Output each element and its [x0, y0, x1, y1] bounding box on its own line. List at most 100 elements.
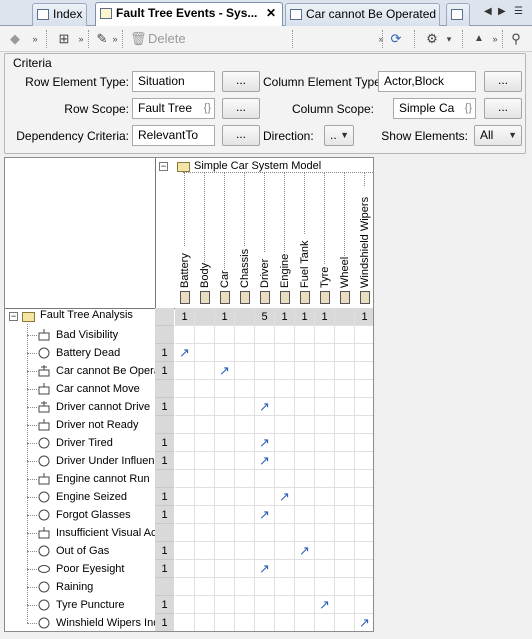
- tab-prev-icon[interactable]: ◀: [484, 6, 492, 17]
- matrix-cell[interactable]: [235, 542, 255, 560]
- matrix-cell[interactable]: [335, 362, 355, 380]
- matrix-cell[interactable]: [195, 416, 215, 434]
- matrix-cell[interactable]: [195, 614, 215, 631]
- matrix-cell[interactable]: [275, 362, 295, 380]
- matrix-cell[interactable]: [315, 398, 335, 416]
- matrix-cell[interactable]: [215, 326, 235, 344]
- matrix-cell[interactable]: [255, 416, 275, 434]
- close-tab-icon[interactable]: ✕: [266, 3, 276, 24]
- expression-icon[interactable]: {}: [465, 99, 472, 118]
- matrix-cell[interactable]: [255, 380, 275, 398]
- matrix-cell[interactable]: [335, 578, 355, 596]
- chevron-more-icon[interactable]: »: [110, 30, 120, 48]
- matrix-cell[interactable]: [275, 542, 295, 560]
- matrix-cell[interactable]: [335, 488, 355, 506]
- matrix-cell[interactable]: [335, 452, 355, 470]
- matrix-cell[interactable]: [355, 344, 373, 362]
- matrix-cell[interactable]: [195, 524, 215, 542]
- matrix-cell[interactable]: [355, 326, 373, 344]
- matrix-cell[interactable]: [215, 434, 235, 452]
- collapse-icon[interactable]: −: [159, 162, 168, 171]
- column-header[interactable]: Wheel: [338, 158, 352, 288]
- collapse-up-icon[interactable]: ▲: [472, 30, 486, 48]
- matrix-cell[interactable]: [175, 578, 195, 596]
- matrix-cell[interactable]: [255, 542, 275, 560]
- matrix-cell[interactable]: [195, 362, 215, 380]
- column-header[interactable]: Engine: [278, 158, 292, 288]
- matrix-cell[interactable]: [175, 470, 195, 488]
- matrix-cell[interactable]: [195, 434, 215, 452]
- matrix-cell[interactable]: [355, 506, 373, 524]
- matrix-cell[interactable]: [295, 614, 315, 631]
- column-header[interactable]: Body: [198, 158, 212, 288]
- matrix-cell[interactable]: [275, 524, 295, 542]
- column-element-type-browse-button[interactable]: ...: [484, 71, 522, 92]
- matrix-cell[interactable]: [335, 344, 355, 362]
- column-header[interactable]: Battery: [178, 158, 192, 288]
- search-icon[interactable]: ⚲: [508, 30, 524, 48]
- column-header[interactable]: Car: [218, 158, 232, 288]
- collapse-icon[interactable]: −: [9, 312, 18, 321]
- matrix-cell[interactable]: [195, 578, 215, 596]
- matrix-cell[interactable]: [295, 380, 315, 398]
- matrix-cell[interactable]: [195, 488, 215, 506]
- matrix-cell[interactable]: [275, 560, 295, 578]
- matrix-cell[interactable]: [195, 326, 215, 344]
- matrix-cell[interactable]: [215, 344, 235, 362]
- matrix-cell[interactable]: [335, 560, 355, 578]
- matrix-cell[interactable]: [235, 326, 255, 344]
- matrix-cell[interactable]: [215, 470, 235, 488]
- matrix-cell[interactable]: [175, 488, 195, 506]
- matrix-cell[interactable]: [215, 416, 235, 434]
- matrix-cell[interactable]: [275, 434, 295, 452]
- matrix-cell[interactable]: [355, 470, 373, 488]
- matrix-cell[interactable]: [215, 560, 235, 578]
- matrix-cell[interactable]: ↗: [255, 506, 275, 524]
- matrix-cell[interactable]: [255, 344, 275, 362]
- matrix-cell[interactable]: [215, 524, 235, 542]
- refresh-icon[interactable]: ⟳: [388, 30, 404, 48]
- matrix-cell[interactable]: [275, 380, 295, 398]
- matrix-cell[interactable]: [315, 452, 335, 470]
- matrix-cell[interactable]: [235, 578, 255, 596]
- column-header[interactable]: Driver: [258, 158, 272, 288]
- matrix-cell[interactable]: [315, 380, 335, 398]
- matrix-cell[interactable]: [335, 380, 355, 398]
- tab-next-icon[interactable]: ▶: [498, 6, 506, 17]
- matrix-cell[interactable]: [315, 506, 335, 524]
- matrix-cell[interactable]: ↗: [175, 344, 195, 362]
- matrix-cell[interactable]: [275, 470, 295, 488]
- matrix-cell[interactable]: [315, 326, 335, 344]
- matrix-cell[interactable]: [215, 398, 235, 416]
- row-element-type-browse-button[interactable]: ...: [222, 71, 260, 92]
- matrix-cell[interactable]: [175, 398, 195, 416]
- gear-icon[interactable]: ⚙: [424, 30, 440, 48]
- tab-index[interactable]: Index: [32, 3, 87, 26]
- matrix-cell[interactable]: [295, 326, 315, 344]
- matrix-cell[interactable]: ↗: [255, 434, 275, 452]
- chevron-more-icon[interactable]: »: [490, 30, 500, 48]
- column-scope-browse-button[interactable]: ...: [484, 98, 522, 119]
- matrix-cell[interactable]: [335, 596, 355, 614]
- matrix-cell[interactable]: [315, 578, 335, 596]
- matrix-cell[interactable]: ↗: [255, 398, 275, 416]
- chevron-more-icon[interactable]: »: [376, 30, 386, 48]
- matrix-cell[interactable]: [335, 506, 355, 524]
- matrix-cell[interactable]: [215, 578, 235, 596]
- matrix-cell[interactable]: [275, 344, 295, 362]
- matrix-cell[interactable]: [235, 452, 255, 470]
- matrix-cell[interactable]: [335, 542, 355, 560]
- matrix-cell[interactable]: [335, 326, 355, 344]
- matrix-cell[interactable]: [195, 560, 215, 578]
- matrix-cell[interactable]: ↗: [275, 488, 295, 506]
- matrix-cell[interactable]: ↗: [215, 362, 235, 380]
- hierarchy-icon[interactable]: ⊞: [56, 30, 72, 48]
- matrix-cell[interactable]: [215, 488, 235, 506]
- matrix-cell[interactable]: [235, 470, 255, 488]
- matrix-cell[interactable]: [175, 506, 195, 524]
- matrix-cell[interactable]: [315, 470, 335, 488]
- matrix-cell[interactable]: [175, 524, 195, 542]
- matrix-cell[interactable]: [315, 614, 335, 631]
- matrix-cell[interactable]: [295, 524, 315, 542]
- matrix-cell[interactable]: [295, 434, 315, 452]
